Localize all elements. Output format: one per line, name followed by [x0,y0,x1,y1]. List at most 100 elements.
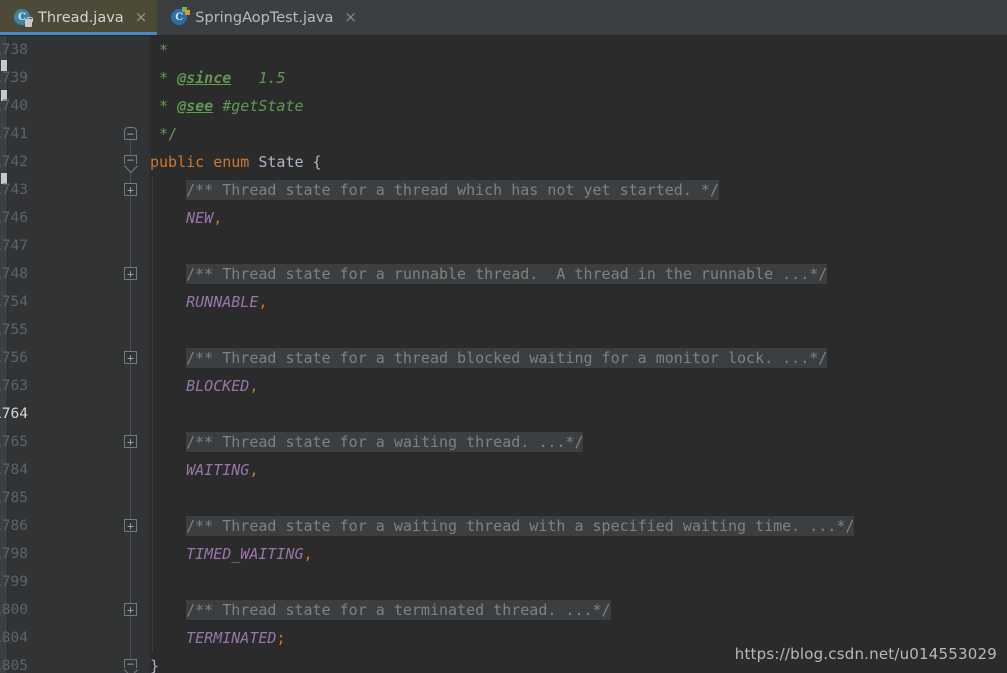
code-line: /** Thread state for a waiting thread wi… [150,512,855,540]
code-line: WAITING, [150,456,258,484]
indent-guide [152,176,153,652]
fold-collapse-end-icon[interactable]: − [122,153,139,174]
code-line: TERMINATED; [150,624,285,652]
code-token: TERMINATED [186,629,277,647]
line-number: 1739 [0,70,28,86]
code-line: * @since 1.5 [150,64,285,92]
tab-label: Thread.java [38,9,124,26]
code-token: @see [177,97,213,115]
code-line: /** Thread state for a thread blocked wa… [150,344,828,372]
folded-comment[interactable]: /** Thread state for a terminated thread… [186,600,611,620]
line-number: 1765 [0,434,28,450]
gutter-row: 1747 [0,232,150,260]
watermark: https://blog.csdn.net/u014553029 [734,645,997,663]
line-number: 1746 [0,210,28,226]
code-token: , [249,461,259,479]
code-token: * [150,69,178,87]
line-number: 1798 [0,546,28,562]
folded-comment[interactable]: /** Thread state for a waiting thread. .… [186,432,584,452]
code-token: public [150,153,205,171]
active-tab-underline [0,32,158,35]
code-token: #getState [213,97,304,115]
code-line: */ [150,120,177,148]
code-token: State [258,153,304,171]
line-number: 1764 [0,406,28,422]
tab-thread-java[interactable]: C Thread.java × [0,0,158,35]
fold-collapse-end-icon[interactable]: − [122,657,139,673]
fold-expand-icon[interactable]: + [122,517,139,534]
javadoc-tag: @since [177,69,232,87]
fold-expand-icon[interactable]: + [122,265,139,282]
fold-expand-icon[interactable]: + [122,349,139,366]
line-number: 1804 [0,630,28,646]
line-number: 1785 [0,490,28,506]
gutter-row: 1764 [0,400,150,428]
tab-springaoptest-java[interactable]: C SpringAopTest.java × [157,0,367,35]
line-number: 1748 [0,266,28,282]
folded-comment[interactable]: /** Thread state for a thread blocked wa… [186,348,828,368]
line-number: 1754 [0,294,28,310]
line-number: 1805 [0,658,28,673]
code-line: /** Thread state for a runnable thread. … [150,260,828,288]
line-number: 1786 [0,518,28,534]
line-number: 1800 [0,602,28,618]
code-token: WAITING [186,461,250,479]
code-text-area[interactable]: * * @since 1.5 * @see #getState */ public… [150,36,1007,673]
folded-comment[interactable]: /** Thread state for a thread which has … [186,180,719,200]
line-number-gutter[interactable]: 1738 1739 1740 1741 − 1742 − 1743 +1746 1747 1748 +… [0,36,150,673]
code-token: , [213,209,223,227]
fold-expand-icon[interactable]: + [122,433,139,450]
gutter-row: 1746 [0,204,150,232]
code-token: */ [150,125,178,143]
gutter-row: 1738 [0,36,150,64]
code-token: enum [213,153,250,171]
code-token: , [258,293,268,311]
code-token: , [303,545,313,563]
gutter-row: 1798 [0,540,150,568]
line-number: 1755 [0,322,28,338]
fold-collapse-start-icon[interactable]: − [122,125,139,142]
code-token: NEW [186,209,214,227]
line-number: 1784 [0,462,28,478]
code-token: BLOCKED [186,377,250,395]
tab-close-icon[interactable]: × [135,10,148,25]
code-line: * @see #getState [150,92,304,120]
fold-expand-icon[interactable]: + [122,181,139,198]
code-token: * [150,97,178,115]
line-number: 1742 [0,154,28,170]
code-token: 1.5 [231,69,286,87]
gutter-row: 1763 [0,372,150,400]
tab-label: SpringAopTest.java [195,9,334,26]
code-line: /** Thread state for a terminated thread… [150,596,611,624]
folded-comment[interactable]: /** Thread state for a waiting thread wi… [186,516,855,536]
code-line: NEW, [150,204,222,232]
gutter-row: 1785 [0,484,150,512]
folded-comment[interactable]: /** Thread state for a runnable thread. … [186,264,828,284]
gutter-row: 1755 [0,316,150,344]
code-line: } [150,652,159,673]
code-line: public enum State { [150,148,322,176]
line-number: 1747 [0,238,28,254]
javadoc-tag: @see [177,97,214,115]
code-line: * [150,36,168,64]
code-line: TIMED_WAITING, [150,540,313,568]
gutter-row: 1804 [0,624,150,652]
code-editor[interactable]: 1738 1739 1740 1741 − 1742 − 1743 +1746 1747 1748 +… [0,36,1007,673]
code-token: } [150,657,160,673]
code-token: TIMED_WAITING [186,545,304,563]
code-line: BLOCKED, [150,372,258,400]
gutter-row: 1799 [0,568,150,596]
tab-close-icon[interactable]: × [344,10,357,25]
java-class-readonly-icon: C [14,9,33,27]
fold-expand-icon[interactable]: + [122,601,139,618]
